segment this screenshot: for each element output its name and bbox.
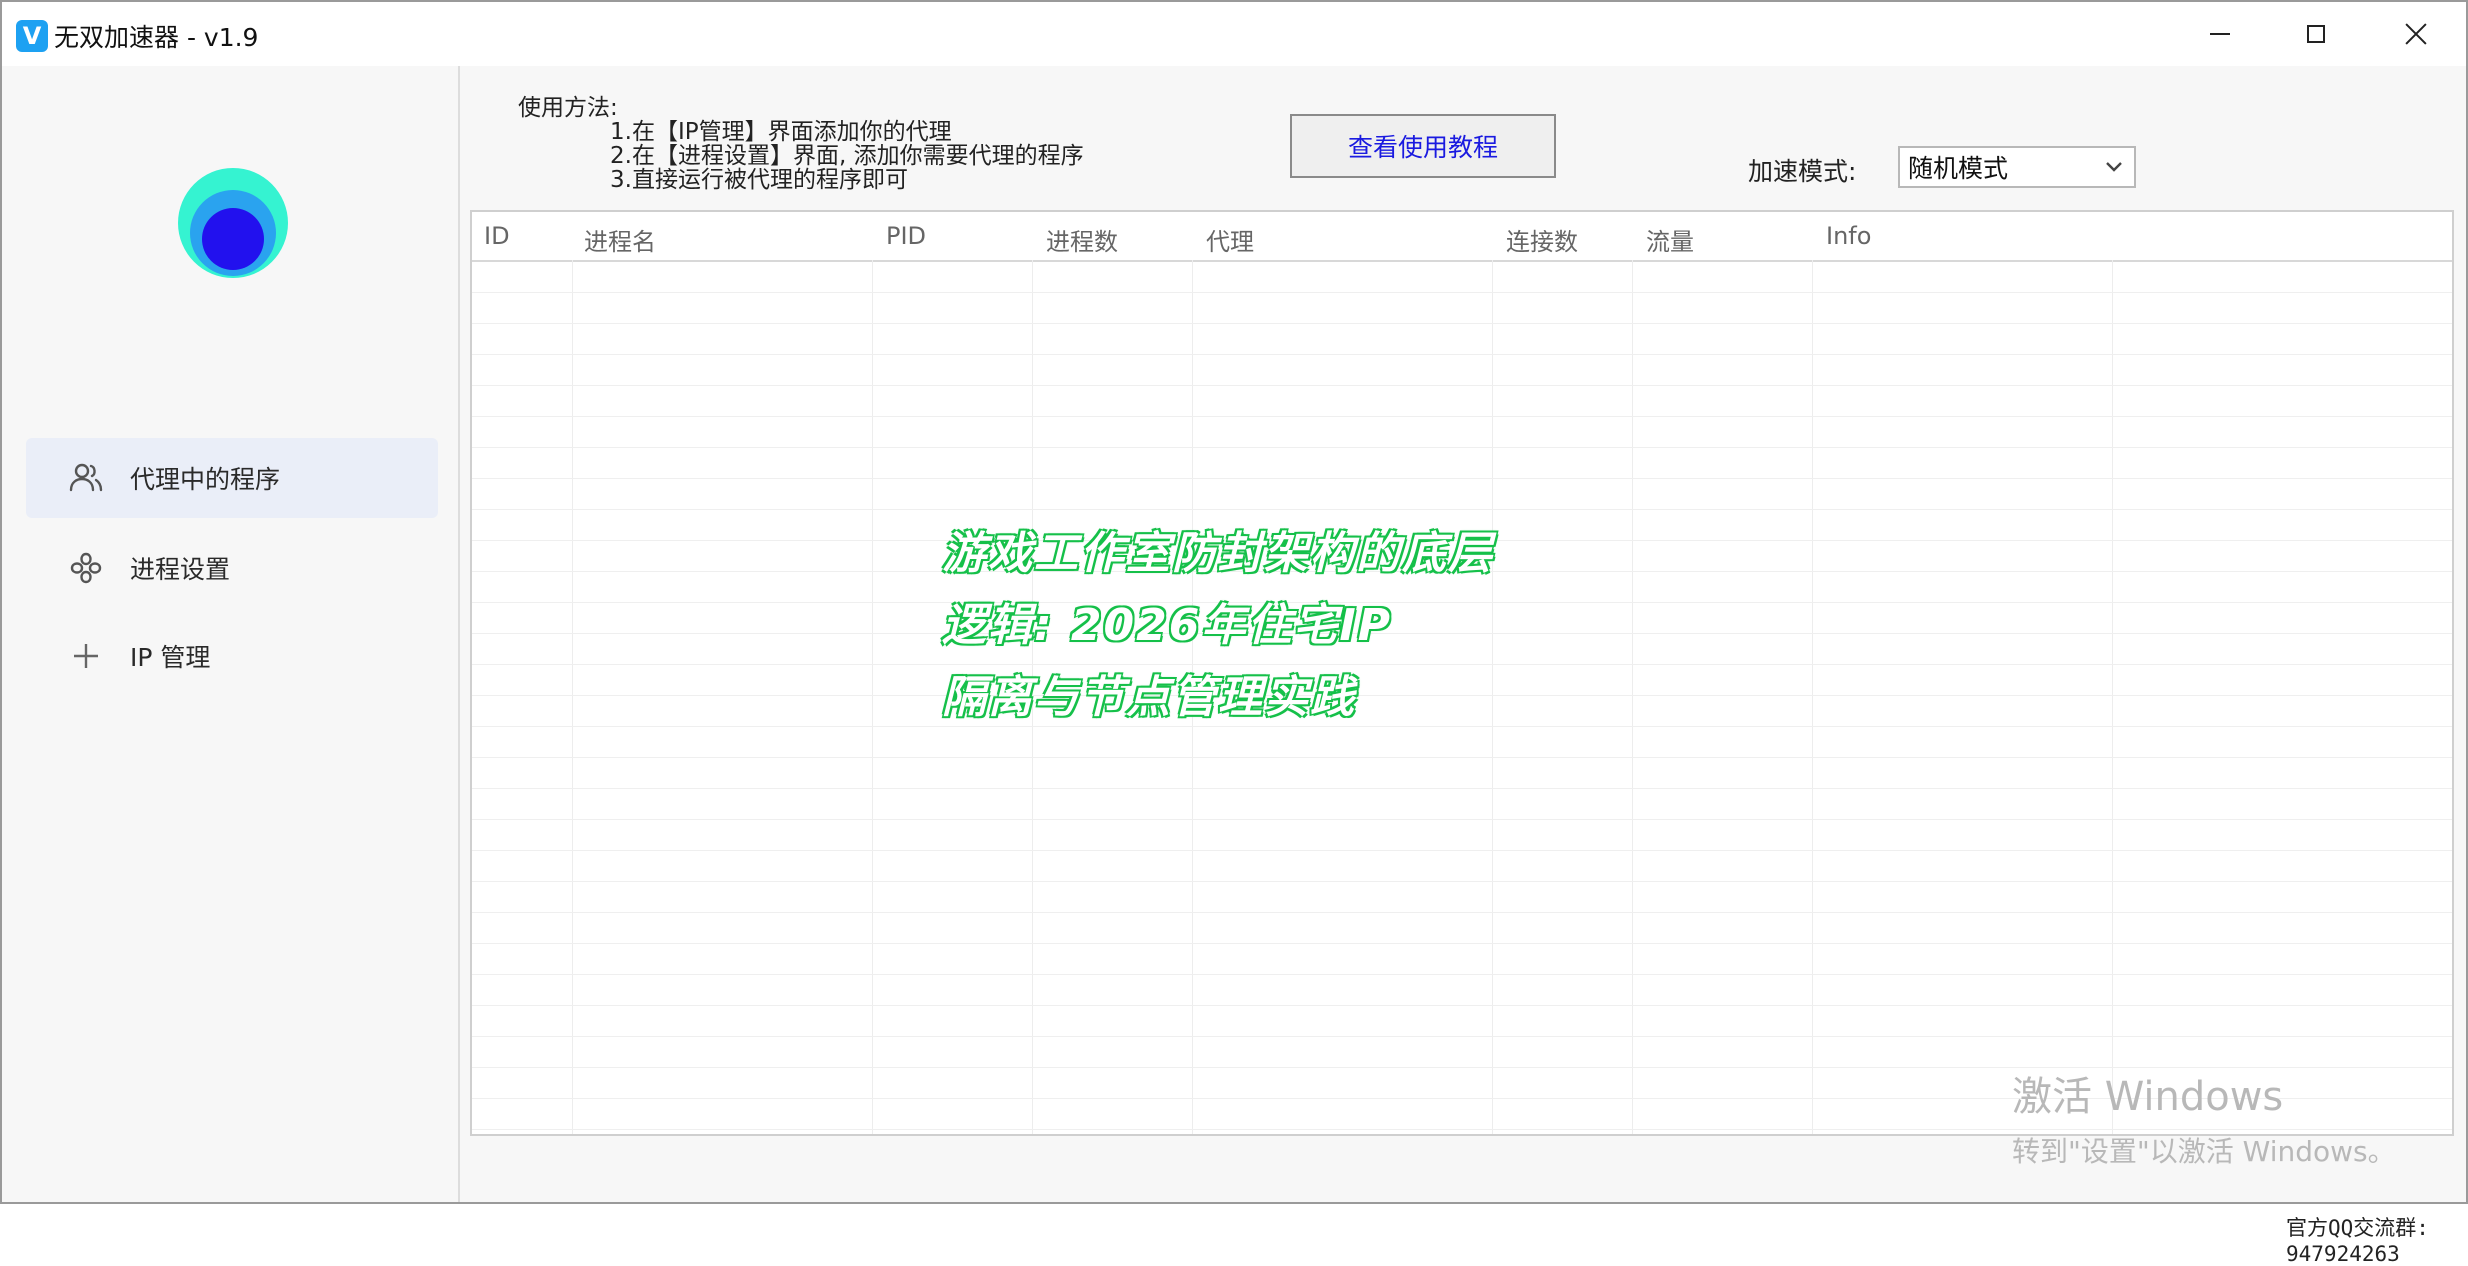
sidebar-item-label: 代理中的程序 — [130, 465, 281, 494]
close-icon — [2404, 22, 2428, 46]
sidebar-item-label: IP 管理 — [130, 643, 211, 672]
watermark-line: 激活 Windows — [2012, 1074, 2284, 1120]
table-header: ID 进程名 PID 进程数 代理 连接数 流量 Info — [472, 212, 2452, 262]
usage-instructions: 使用方法: 1.在【IP管理】界面添加你的代理 2.在【进程设置】界面, 添加你… — [518, 96, 1084, 192]
mode-select-value: 随机模式 — [1908, 154, 2009, 183]
table-row — [472, 882, 2452, 913]
maximize-button[interactable] — [2268, 2, 2364, 66]
watermark-line: 转到"设置"以激活 Windows。 — [2012, 1135, 2396, 1168]
table-row — [472, 386, 2452, 417]
table-row — [472, 975, 2452, 1006]
column-header-traffic[interactable]: 流量 — [1646, 222, 1694, 257]
sidebar-item-proxied-programs[interactable]: 代理中的程序 — [26, 438, 438, 518]
table-row — [472, 417, 2452, 448]
overlay-line: 游戏工作室防封架构的底层 — [942, 528, 1494, 579]
brand-logo — [178, 168, 288, 278]
table-row — [472, 262, 2452, 293]
minimize-icon — [2210, 33, 2230, 35]
usage-step: 2.在【进程设置】界面, 添加你需要代理的程序 — [610, 143, 1084, 169]
qq-group-info: 官方QQ交流群: 947924263 — [2286, 1212, 2466, 1266]
acceleration-mode-select[interactable]: 随机模式 — [1898, 146, 2136, 188]
column-header-pid[interactable]: PID — [886, 222, 926, 250]
sidebar: 代理中的程序 进程设置 IP 管理 — [2, 66, 460, 1202]
article-overlay-title: 游戏工作室防封架构的底层 逻辑: 2026年住宅IP 隔离与节点管理实践 — [942, 518, 1582, 734]
app-window: V 无双加速器 - v1.9 代理中的程序 进程设置 IP 管理 使用方法: 1… — [0, 0, 2468, 1266]
table-row — [472, 479, 2452, 510]
chevron-down-icon — [2106, 162, 2122, 172]
process-icon — [70, 552, 102, 584]
table-row — [472, 913, 2452, 944]
minimize-button[interactable] — [2172, 2, 2268, 66]
overlay-line: 隔离与节点管理实践 — [942, 672, 1356, 723]
usage-step: 3.直接运行被代理的程序即可 — [610, 167, 908, 193]
table-row — [472, 758, 2452, 789]
table-row — [472, 789, 2452, 820]
table-row — [472, 293, 2452, 324]
column-header-process-count[interactable]: 进程数 — [1046, 222, 1118, 257]
table-row — [472, 944, 2452, 975]
column-header-info[interactable]: Info — [1826, 222, 1871, 250]
column-header-id[interactable]: ID — [484, 222, 510, 250]
window-title: 无双加速器 - v1.9 — [54, 23, 259, 52]
sidebar-item-process-settings[interactable]: 进程设置 — [26, 528, 438, 608]
column-header-process-name[interactable]: 进程名 — [584, 222, 656, 257]
acceleration-mode-label: 加速模式: — [1748, 157, 1857, 186]
column-header-connections[interactable]: 连接数 — [1506, 222, 1578, 257]
qq-group-label: 官方QQ交流群: — [2286, 1216, 2429, 1240]
close-button[interactable] — [2368, 2, 2464, 66]
usage-step: 1.在【IP管理】界面添加你的代理 — [610, 119, 952, 145]
table-row — [472, 324, 2452, 355]
plus-icon — [74, 644, 98, 668]
qq-group-number: 947924263 — [2286, 1242, 2400, 1266]
sidebar-item-label: 进程设置 — [130, 555, 231, 584]
column-header-proxy[interactable]: 代理 — [1206, 222, 1254, 257]
windows-activation-watermark: 激活 Windows 转到"设置"以激活 Windows。 — [2012, 1064, 2396, 1170]
overlay-line: 逻辑: 2026年住宅IP — [942, 600, 1392, 651]
title-bar[interactable]: V 无双加速器 - v1.9 — [2, 2, 2466, 67]
table-row — [472, 820, 2452, 851]
view-tutorial-button[interactable]: 查看使用教程 — [1290, 114, 1556, 178]
maximize-icon — [2307, 25, 2325, 43]
usage-heading: 使用方法: — [518, 95, 618, 121]
app-logo-icon: V — [16, 20, 48, 52]
table-row — [472, 448, 2452, 479]
users-icon — [69, 463, 103, 492]
table-row — [472, 355, 2452, 386]
sidebar-item-ip-management[interactable]: IP 管理 — [26, 616, 438, 696]
table-row — [472, 851, 2452, 882]
table-row — [472, 1006, 2452, 1037]
